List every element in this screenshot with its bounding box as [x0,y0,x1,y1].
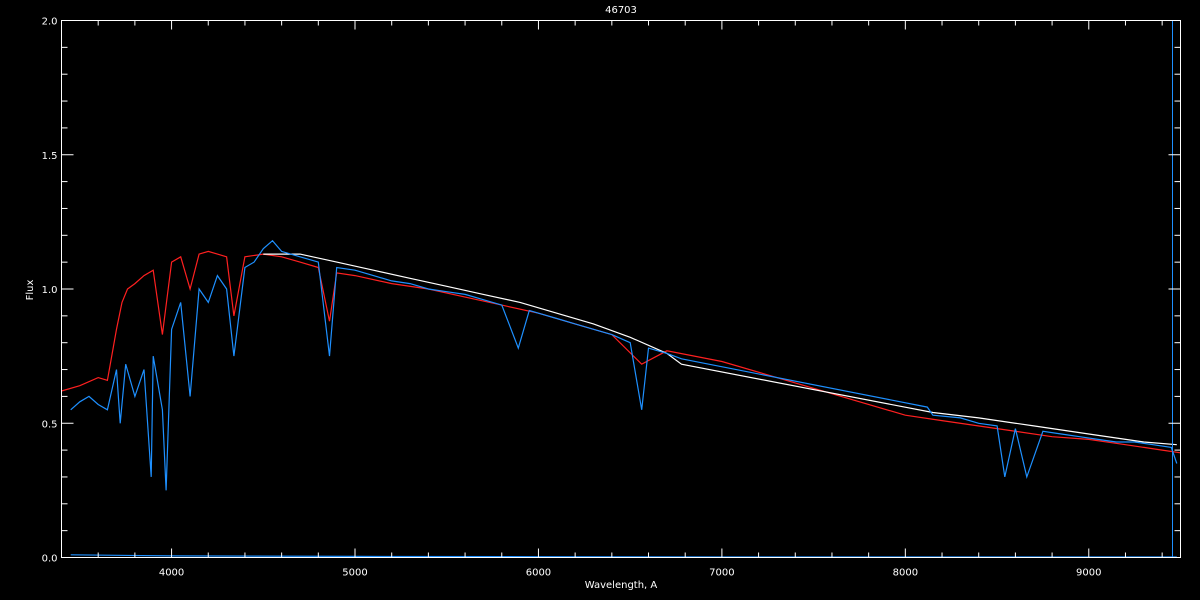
x-tick-label-8000: 8000 [893,568,918,579]
y-tick-label-0: 0.0 [42,554,58,565]
y-axis-label: Flux [25,280,36,301]
spectrum-chart: 46703 4000 5000 6000 7000 8000 9000 0.0 0.5 1.0… [0,0,1200,600]
x-tick-label-7000: 7000 [709,568,734,579]
y-tick-label-3: 1.5 [42,151,58,162]
x-tick-label-5000: 5000 [342,568,367,579]
x-axis-label: Wavelength, A [585,580,658,591]
chart-background [0,0,1200,600]
x-tick-label-9000: 9000 [1076,568,1101,579]
y-tick-label-4: 2.0 [42,17,58,28]
y-tick-label-1: 0.5 [42,419,58,430]
chart-title: 46703 [605,5,637,16]
x-tick-label-4000: 4000 [159,568,184,579]
y-tick-label-2: 1.0 [42,285,58,296]
x-tick-label-6000: 6000 [526,568,551,579]
